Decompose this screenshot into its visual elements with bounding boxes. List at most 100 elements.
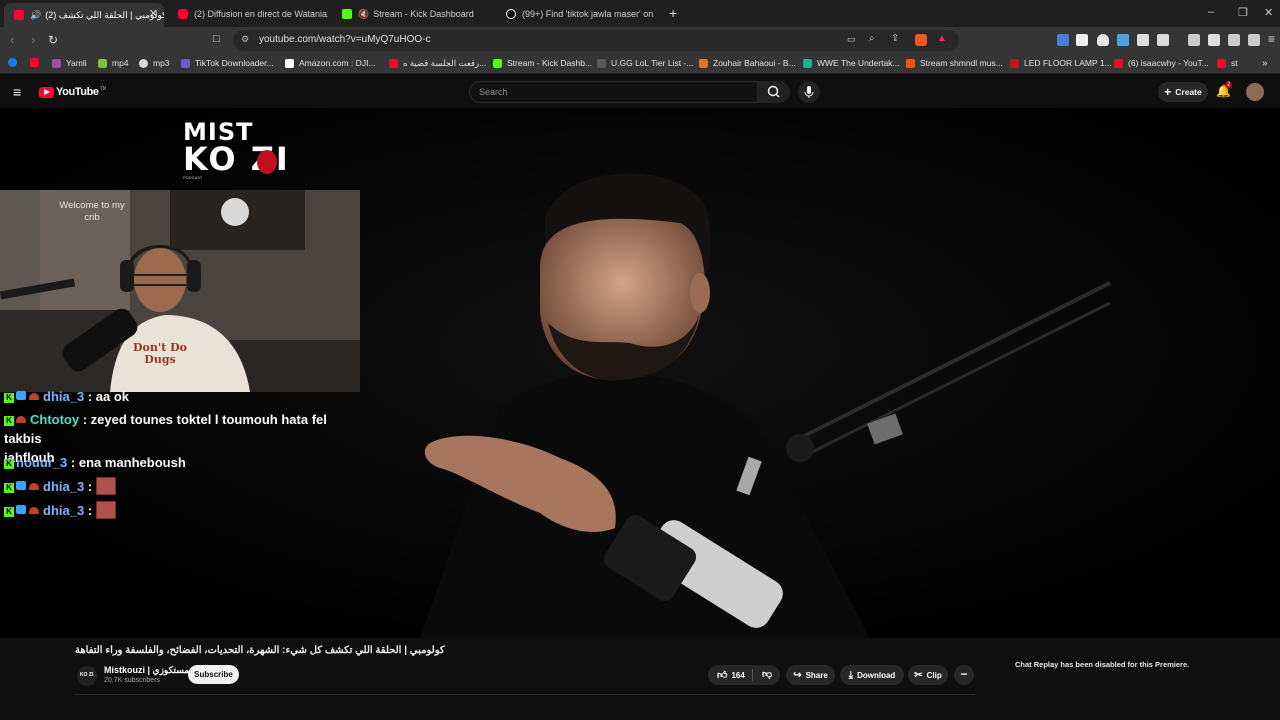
- brave-rewards-icon[interactable]: ▲: [937, 33, 947, 44]
- soundcloud-icon: [906, 58, 915, 68]
- kick-badge-icon: K: [4, 393, 14, 403]
- extensions-puzzle-icon[interactable]: [1137, 34, 1149, 46]
- kick-badge-icon: K: [4, 416, 14, 426]
- thumbs-down-icon[interactable]: 👎︎: [762, 668, 772, 680]
- bookmark-amazon[interactable]: Amazon.com : DJI...: [285, 58, 376, 68]
- tab-active-youtube[interactable]: 🔊 (2) كولومبي | الحلقة اللي تكشف ✕: [4, 3, 164, 27]
- extension-translate-icon[interactable]: [1057, 34, 1069, 46]
- subscriber-badge-icon: [16, 505, 26, 514]
- close-tab-icon[interactable]: ✕: [149, 7, 158, 20]
- wwe-icon: [803, 58, 812, 68]
- youtube-header: ≡ YouTube TN Search + Create 🔔 2: [0, 75, 1280, 108]
- bookmark-facebook[interactable]: [8, 58, 22, 67]
- account-avatar[interactable]: [1246, 83, 1264, 101]
- extension-save-icon[interactable]: [1157, 34, 1169, 46]
- video-metadata: كولومبي | الحلقة اللي تكشف كل شيء: الشهر…: [0, 638, 1280, 720]
- address-bar[interactable]: ⚙ youtube.com/watch?v=uMyQ7uHOO-c ▭ ⌕ ⇪ …: [233, 30, 959, 51]
- microphone-logo-icon: [257, 150, 277, 174]
- thumbs-up-icon[interactable]: 👍︎: [717, 669, 727, 681]
- audio-playing-icon[interactable]: 🔊: [30, 10, 41, 21]
- channel-avatar[interactable]: KO ZI: [77, 666, 97, 686]
- video-title: كولومبي | الحلقة اللي تكشف كل شيء: الشهر…: [75, 645, 445, 656]
- channel-avatar-logo: KO ZI: [80, 672, 94, 678]
- bookmark-mp3[interactable]: mp3: [139, 58, 170, 68]
- like-count[interactable]: 164: [731, 671, 744, 680]
- hat-badge-icon: [29, 483, 39, 490]
- extension-shield-icon[interactable]: [1097, 34, 1109, 46]
- divider: [75, 694, 975, 695]
- bookmark-wwe[interactable]: WWE The Undertak...: [803, 58, 900, 68]
- chat-text: : aa ok: [87, 389, 129, 404]
- tab-kick-dashboard[interactable]: 🔇 Stream - Kick Dashboard: [332, 3, 492, 25]
- bookmark-icon[interactable]: □: [213, 33, 220, 45]
- create-button[interactable]: + Create: [1158, 82, 1208, 102]
- brave-shields-icon[interactable]: [915, 34, 927, 46]
- reload-icon[interactable]: ↻: [48, 33, 58, 47]
- clip-button[interactable]: ✂ Clip: [908, 665, 948, 685]
- download-icon: ⤓: [848, 669, 854, 681]
- mistkouzi-logo: MIST KO ZI PODCAST: [183, 118, 290, 180]
- minimize-button[interactable]: –: [1208, 6, 1214, 18]
- extension-grammar-icon[interactable]: [1117, 34, 1129, 46]
- webcam-overlay: Welcome to my crib Don't Do Dugs: [0, 190, 360, 392]
- chat-username: dhia_3: [43, 479, 85, 494]
- subscribe-button[interactable]: Subscribe: [188, 665, 239, 684]
- bookmark-kick-dashboard[interactable]: Stream - Kick Dashb...: [493, 58, 592, 68]
- forward-icon[interactable]: ›: [31, 32, 35, 47]
- subscriber-badge-icon: [16, 481, 26, 490]
- bookmark-led-lamp[interactable]: LED FLOOR LAMP 1...: [1010, 58, 1112, 68]
- vpn-icon[interactable]: [1248, 34, 1260, 46]
- chat-replay-disabled-note: Chat Replay has been disabled for this P…: [1015, 660, 1190, 669]
- tab-title: (2) كولومبي | الحلقة اللي تكشف: [45, 9, 164, 20]
- download-button[interactable]: ⤓ Download: [840, 665, 904, 685]
- channel-name[interactable]: Mistkouzi | مستكوزي: [104, 665, 189, 676]
- chat-message: Kdhia_3 :: [4, 501, 116, 520]
- bookmark-stream-shmndl[interactable]: Stream shmndl mus...: [906, 58, 1003, 68]
- bookmark-yamli[interactable]: Yamli: [52, 58, 87, 68]
- zoom-icon[interactable]: ⌕: [869, 33, 875, 44]
- sidebar-icon[interactable]: [1208, 34, 1220, 46]
- more-actions-button[interactable]: •••: [954, 665, 974, 685]
- bookmark-st[interactable]: st: [1217, 58, 1238, 68]
- back-icon[interactable]: ‹: [10, 32, 14, 47]
- kick-favicon-icon: [342, 9, 352, 19]
- close-window-button[interactable]: ✕: [1264, 6, 1273, 19]
- kick-badge-icon: K: [4, 483, 14, 493]
- more-bookmarks-icon[interactable]: »: [1262, 58, 1268, 69]
- bookmark-zouhair[interactable]: Zouhair Bahaoui - B...: [699, 58, 796, 68]
- chat-message: Kdhia_3 : aa ok: [4, 387, 129, 406]
- tab-watania[interactable]: (2) Diffusion en direct de Watania2 F: [168, 3, 328, 25]
- menu-icon[interactable]: ≡: [1268, 32, 1275, 46]
- chat-message: Kdhia_3 :: [4, 477, 116, 496]
- voice-search-button[interactable]: [798, 81, 820, 103]
- tab-tiktok[interactable]: (99+) Find 'tiktok jawla maser' on Tik: [496, 3, 656, 25]
- search-placeholder: Search: [479, 87, 508, 97]
- cast-icon[interactable]: ▭: [847, 34, 856, 45]
- share-page-icon[interactable]: ⇪: [891, 33, 899, 44]
- bookmark-ugg[interactable]: U.GG LoL Tier List -...: [597, 58, 693, 68]
- facebook-icon: [8, 58, 17, 67]
- extension-screenshot-icon[interactable]: [1076, 34, 1088, 46]
- search-button[interactable]: [758, 81, 790, 103]
- site-info-icon[interactable]: ⚙: [241, 34, 249, 45]
- bookmark-arabic-video[interactable]: رفعت الجلسة قضية ه...: [389, 58, 486, 69]
- bookmark-mp4[interactable]: mp4: [98, 58, 129, 68]
- maximize-button[interactable]: ❐: [1238, 6, 1248, 19]
- youtube-logo[interactable]: YouTube TN: [39, 86, 106, 98]
- guide-menu-icon[interactable]: ≡: [13, 84, 21, 100]
- kick-badge-icon: K: [4, 459, 14, 469]
- youtube-icon: [389, 59, 398, 68]
- wallet-icon[interactable]: [1228, 34, 1240, 46]
- share-button[interactable]: ↪ Share: [786, 665, 835, 685]
- media-controls-icon[interactable]: [1188, 34, 1200, 46]
- muted-icon[interactable]: 🔇: [358, 9, 369, 20]
- chat-message: Knouur_3 : ena manheboush: [4, 453, 186, 472]
- bookmark-youtube[interactable]: [30, 58, 44, 67]
- bookmark-isaacwhy[interactable]: (6) isaacwhy - YouT...: [1114, 58, 1209, 68]
- video-player[interactable]: MIST KO ZI PODCAST Welcome to my crib Do…: [0, 108, 1280, 638]
- chat-username: Chtotoy: [30, 412, 80, 427]
- new-tab-button[interactable]: +: [669, 5, 677, 21]
- bookmark-tiktok-downloader[interactable]: TikTok Downloader...: [181, 58, 274, 68]
- search-input[interactable]: Search: [469, 81, 758, 103]
- url-text[interactable]: youtube.com/watch?v=uMyQ7uHOO-c: [259, 34, 430, 45]
